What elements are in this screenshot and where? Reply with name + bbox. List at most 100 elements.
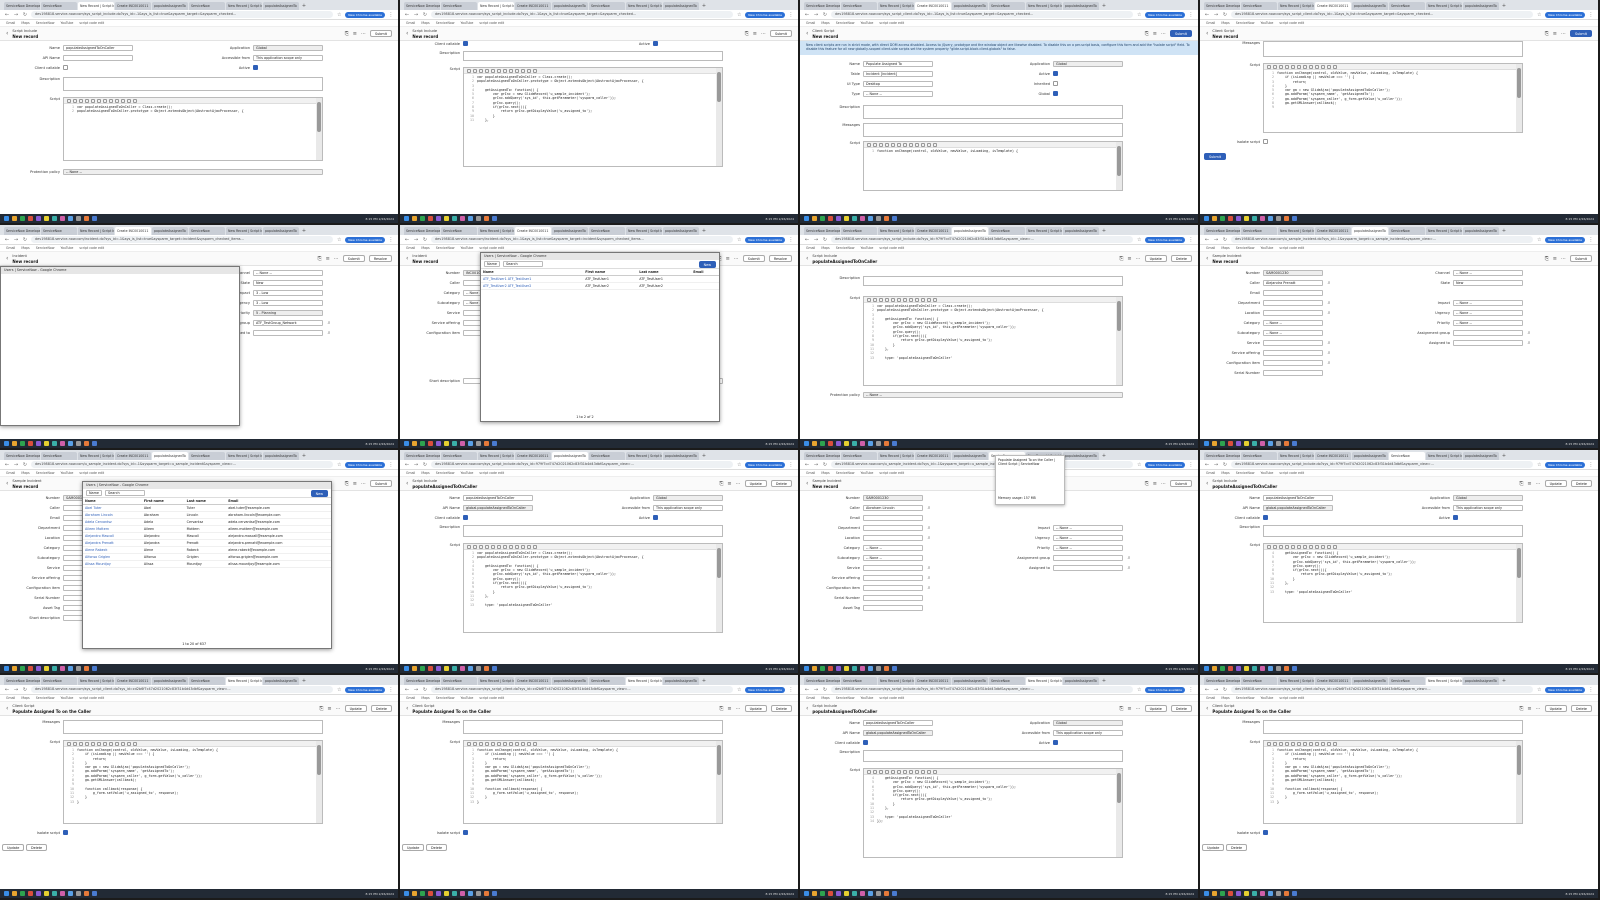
- forward-icon[interactable]: →: [813, 12, 819, 18]
- subcategory-input[interactable]: [63, 555, 83, 561]
- chrome-update-badge[interactable]: New Chrome available: [345, 461, 385, 468]
- email-input[interactable]: [63, 515, 83, 521]
- taskbar-app-icon[interactable]: [428, 666, 433, 671]
- taskbar-app-icon[interactable]: [820, 891, 825, 896]
- url-field[interactable]: dev198818.service-now.com/sys_script_inc…: [31, 11, 334, 18]
- browser-tab[interactable]: populateAssignedTo: [663, 2, 699, 10]
- priority-input[interactable]: -- None --: [1053, 545, 1123, 551]
- submit-button[interactable]: Submit: [342, 255, 365, 262]
- bookmark-item[interactable]: Gmail: [806, 470, 815, 476]
- taskbar-app-icon[interactable]: [1236, 216, 1241, 221]
- editor-tool-icon[interactable]: [1309, 741, 1313, 746]
- bookmark-item[interactable]: ServiceNow: [1236, 695, 1255, 701]
- browser-tab[interactable]: ServiceNow: [589, 227, 625, 235]
- more-options-icon[interactable]: ⋯: [736, 706, 741, 712]
- taskbar-app-icon[interactable]: [1236, 441, 1241, 446]
- taskbar-app-icon[interactable]: [28, 216, 33, 221]
- activity-icon[interactable]: ≡: [727, 706, 731, 712]
- update-button[interactable]: Update: [1202, 844, 1225, 851]
- taskbar-app-icon[interactable]: [1220, 891, 1225, 896]
- code-area[interactable]: 1 function onChange(control, oldValue, ne…: [464, 747, 722, 805]
- taskbar-app-icon[interactable]: [1252, 666, 1257, 671]
- activity-icon[interactable]: ≡: [753, 31, 757, 37]
- back-arrow-icon[interactable]: ‹: [6, 480, 8, 487]
- bookmark-item[interactable]: YouTube: [460, 695, 473, 701]
- bookmark-item[interactable]: ServiceNow: [836, 470, 855, 476]
- user-name-link[interactable]: Alfonso Griglen: [83, 553, 142, 561]
- taskbar-app-icon[interactable]: [1276, 441, 1281, 446]
- browser-tab[interactable]: New Record | Script Include: [626, 677, 662, 685]
- bookmark-item[interactable]: Gmail: [806, 695, 815, 701]
- more-options-icon[interactable]: ⋯: [1136, 256, 1141, 262]
- editor-tool-icon[interactable]: [515, 544, 519, 549]
- activity-icon[interactable]: ≡: [1127, 706, 1131, 712]
- taskbar-app-icon[interactable]: [1228, 666, 1233, 671]
- browser-tab[interactable]: Create INC0010011: [515, 452, 551, 460]
- browser-tab[interactable]: ServiceNow: [989, 227, 1025, 235]
- browser-tab[interactable]: populateAssignedTo: [263, 227, 299, 235]
- bookmark-item[interactable]: ServiceNow: [36, 470, 55, 476]
- editor-scrollbar[interactable]: [716, 68, 722, 166]
- browser-tab[interactable]: ServiceNow: [589, 2, 625, 10]
- editor-tool-icon[interactable]: [503, 741, 507, 746]
- attachment-icon[interactable]: ⎘: [1119, 706, 1123, 712]
- chrome-update-badge[interactable]: New Chrome available: [1145, 236, 1185, 243]
- browser-tab[interactable]: ServiceNow: [441, 2, 477, 10]
- browser-tab[interactable]: ServiceNow Developers: [1204, 677, 1240, 685]
- editor-tool-icon[interactable]: [521, 544, 525, 549]
- bookmark-item[interactable]: YouTube: [60, 695, 73, 701]
- bookmark-star-icon[interactable]: ☆: [736, 12, 742, 18]
- lookup-search-icon[interactable]: ⌕: [926, 525, 932, 531]
- browser-menu-icon[interactable]: ⋮: [388, 687, 394, 693]
- taskbar-app-icon[interactable]: [444, 216, 449, 221]
- editor-tool-icon[interactable]: [1303, 741, 1307, 746]
- taskbar-app-icon[interactable]: [1276, 666, 1281, 671]
- browser-tab[interactable]: New Record | Script Include: [1426, 452, 1462, 460]
- chrome-update-badge[interactable]: New Chrome available: [1545, 461, 1585, 468]
- resolve-button[interactable]: Resolve: [368, 255, 392, 262]
- editor-tool-icon[interactable]: [867, 142, 871, 147]
- taskbar-app-icon[interactable]: [468, 666, 473, 671]
- client-callable-checkbox[interactable]: [63, 65, 68, 70]
- editor-tool-icon[interactable]: [1267, 741, 1271, 746]
- back-icon[interactable]: ←: [4, 687, 10, 693]
- browser-tab[interactable]: New Record | Script Include: [478, 452, 514, 460]
- browser-tab[interactable]: ServiceNow Developers: [804, 677, 840, 685]
- bookmark-item[interactable]: Maps: [1221, 20, 1229, 26]
- script-editor[interactable]: 1 function onChange(control, oldValue, ne…: [1263, 740, 1523, 824]
- browser-tab[interactable]: ServiceNow: [1241, 677, 1277, 685]
- number-input[interactable]: SAM0001230: [1263, 270, 1323, 276]
- application-input[interactable]: Global: [1053, 720, 1123, 726]
- bookmark-item[interactable]: YouTube: [860, 20, 873, 26]
- editor-tool-icon[interactable]: [891, 297, 895, 302]
- editor-tool-icon[interactable]: [1333, 64, 1337, 69]
- editor-scrollbar[interactable]: [1116, 297, 1122, 385]
- editor-tool-icon[interactable]: [927, 142, 931, 147]
- user-name-link[interactable]: Abraham Lincoln: [83, 511, 142, 519]
- table-input[interactable]: Incident [incident]: [863, 71, 933, 77]
- activity-icon[interactable]: ≡: [1553, 256, 1557, 262]
- caller-input[interactable]: Abraham Lincoln: [863, 505, 923, 511]
- forward-icon[interactable]: →: [1213, 12, 1219, 18]
- back-icon[interactable]: ←: [4, 12, 10, 18]
- bookmark-item[interactable]: script code edit: [79, 245, 104, 251]
- editor-tool-icon[interactable]: [497, 68, 501, 73]
- taskbar-app-icon[interactable]: [1212, 666, 1217, 671]
- submit-button[interactable]: Submit: [1204, 153, 1227, 160]
- editor-tool-icon[interactable]: [1321, 741, 1325, 746]
- taskbar-app-icon[interactable]: [452, 441, 457, 446]
- editor-tool-icon[interactable]: [903, 769, 907, 774]
- taskbar-app-icon[interactable]: [876, 666, 881, 671]
- client-callable-checkbox[interactable]: [463, 515, 468, 520]
- browser-tab[interactable]: New Record | Script Include: [1426, 227, 1462, 235]
- taskbar-app-icon[interactable]: [452, 216, 457, 221]
- service-input[interactable]: [1263, 340, 1323, 346]
- browser-tab[interactable]: New Record | Script Include: [626, 2, 662, 10]
- caller-input[interactable]: [63, 505, 83, 511]
- lookup-search-icon[interactable]: ⌕: [1326, 300, 1332, 306]
- protection-policy-input[interactable]: -- None --: [63, 169, 323, 175]
- taskbar-app-icon[interactable]: [20, 216, 25, 221]
- taskbar-app-icon[interactable]: [1292, 441, 1297, 446]
- editor-tool-icon[interactable]: [509, 544, 513, 549]
- editor-tool-icon[interactable]: [103, 98, 107, 103]
